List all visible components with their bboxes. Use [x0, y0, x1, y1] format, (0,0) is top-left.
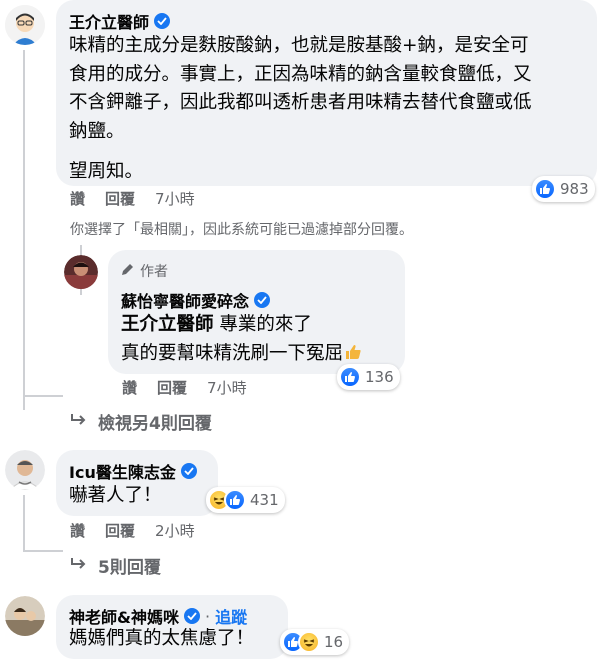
- comment-text: 王介立醫師 專業的來了 真的要幫味精洗刷一下冤屈: [121, 311, 401, 370]
- timestamp[interactable]: 2小時: [155, 520, 195, 541]
- like-button[interactable]: 讚: [70, 520, 85, 541]
- thread-line: [23, 495, 25, 550]
- comment-text: 嚇著人了！: [69, 485, 162, 506]
- like-reaction-icon: [224, 489, 246, 511]
- pencil-icon: [121, 263, 134, 280]
- comment-text: 媽媽們真的太焦慮了！: [69, 628, 255, 649]
- comment-author[interactable]: Icu醫生陳志金: [69, 459, 197, 483]
- reply-arrow-icon: [70, 556, 88, 576]
- verified-badge-icon: [254, 292, 271, 308]
- reply-button[interactable]: 回覆: [105, 520, 135, 541]
- reaction-count: 16: [324, 633, 344, 651]
- comment-author[interactable]: 蘇怡寧醫師愛碎念: [121, 288, 271, 312]
- comment-actions: 讚 回覆 7小時: [70, 188, 195, 209]
- like-reaction-icon: [534, 178, 556, 200]
- filter-notice: 你選擇了「最相關」，因此系統可能已過濾掉部分回覆。: [70, 222, 413, 238]
- view-more-replies-link[interactable]: 檢視另4則回覆: [70, 409, 212, 434]
- timestamp[interactable]: 7小時: [207, 377, 247, 398]
- avatar[interactable]: [5, 450, 45, 490]
- reaction-summary[interactable]: 16: [280, 629, 350, 655]
- like-button[interactable]: 讚: [70, 188, 85, 209]
- avatar[interactable]: [5, 596, 45, 636]
- reaction-summary[interactable]: 983: [532, 176, 595, 202]
- reply-bubble: 作者 蘇怡寧醫師愛碎念 王介立醫師 專業的來了 真的要幫味精洗刷一下冤屈: [108, 250, 405, 374]
- avatar[interactable]: [5, 5, 45, 45]
- comment-bubble: 神老師&神媽咪 · 追蹤 媽媽們真的太焦慮了！: [56, 595, 288, 659]
- comment-bubble: Icu醫生陳志金 嚇著人了！: [56, 450, 218, 516]
- verified-badge-icon: [180, 463, 197, 479]
- verified-badge-icon: [183, 608, 200, 624]
- avatar[interactable]: [64, 255, 98, 289]
- timestamp[interactable]: 7小時: [155, 188, 195, 209]
- reaction-summary[interactable]: 431: [206, 487, 285, 513]
- reaction-count: 431: [250, 491, 279, 509]
- reaction-count: 136: [365, 368, 394, 386]
- thread-connector: [23, 550, 63, 552]
- view-replies-link[interactable]: 5則回覆: [70, 553, 161, 578]
- mention-link[interactable]: 王介立醫師: [121, 314, 214, 335]
- comment-actions: 讚 回覆 7小時: [122, 377, 247, 398]
- comment-bubble: 王介立醫師 味精的主成分是麩胺酸鈉，也就是胺基酸+鈉，是安全可 食用的成分。事實…: [56, 0, 597, 186]
- reply-button[interactable]: 回覆: [105, 188, 135, 209]
- like-reaction-icon: [339, 366, 361, 388]
- reply-button[interactable]: 回覆: [157, 377, 187, 398]
- reaction-summary[interactable]: 136: [337, 364, 400, 390]
- thread-connector: [23, 395, 63, 397]
- comment-text: 味精的主成分是麩胺酸鈉，也就是胺基酸+鈉，是安全可 食用的成分。事實上，正因為味…: [69, 35, 532, 182]
- reaction-count: 983: [560, 180, 589, 198]
- thread-line: [23, 50, 25, 410]
- haha-reaction-icon: [298, 631, 320, 653]
- comment-actions: 讚 回覆 2小時: [70, 520, 195, 541]
- comment-author[interactable]: 王介立醫師: [69, 9, 171, 33]
- author-badge: 作者: [121, 261, 168, 281]
- like-button[interactable]: 讚: [122, 377, 137, 398]
- reply-arrow-icon: [70, 412, 88, 432]
- verified-badge-icon: [154, 13, 171, 29]
